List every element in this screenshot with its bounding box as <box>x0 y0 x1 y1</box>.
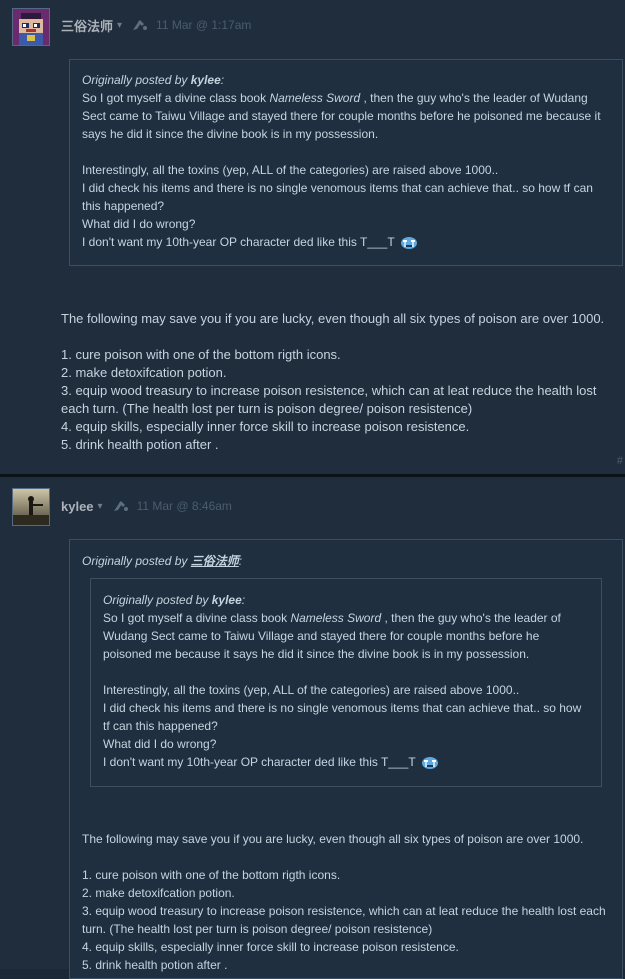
post-header: 三俗法师 ▾ 11 Mar @ 1:17am <box>61 16 251 35</box>
body-line: 3. equip wood treasury to increase poiso… <box>82 904 606 936</box>
quoted-author[interactable]: kylee <box>191 73 221 87</box>
quote-line: I did check his items and there is no si… <box>82 181 593 213</box>
quoted-body: The following may save you if you are lu… <box>82 830 610 974</box>
post-body: The following may save you if you are lu… <box>61 310 625 454</box>
post-header: kylee ▾ 11 Mar @ 8:46am <box>61 498 232 514</box>
quote-line: I don't want my 10th-year OP character d… <box>103 753 589 771</box>
pixel-avatar-icon <box>13 9 49 45</box>
chevron-down-icon[interactable]: ▾ <box>117 20 122 31</box>
crying-emoticon-icon <box>400 237 417 249</box>
post-permalink[interactable]: # <box>617 455 623 467</box>
chevron-down-icon[interactable]: ▾ <box>98 501 103 512</box>
forum-post: 三俗法师 ▾ 11 Mar @ 1:17am Originally posted… <box>0 0 625 474</box>
quote-line: What did I do wrong? <box>103 737 217 751</box>
award-icon[interactable] <box>111 499 129 513</box>
book-title: Nameless Sword <box>269 91 361 105</box>
body-line: 5. drink health potion after . <box>61 437 219 452</box>
quote-line: Interestingly, all the toxins (yep, ALL … <box>103 683 520 697</box>
quote-line: I did check his items and there is no si… <box>103 701 582 733</box>
photo-avatar-icon <box>13 489 49 525</box>
award-icon[interactable] <box>130 18 148 32</box>
body-line: The following may save you if you are lu… <box>82 832 584 846</box>
post-timestamp[interactable]: 11 Mar @ 1:17am <box>156 18 251 32</box>
quote-line: Interestingly, all the toxins (yep, ALL … <box>82 163 499 177</box>
avatar[interactable] <box>12 8 50 46</box>
quoted-author[interactable]: kylee <box>212 593 242 607</box>
author-name[interactable]: kylee <box>61 499 94 514</box>
crying-emoticon-icon <box>421 757 438 769</box>
quote-header: Originally posted by kylee: <box>82 73 225 87</box>
body-line: 4. equip skills, especially inner force … <box>82 940 459 954</box>
quote-block: Originally posted by kylee: So I got mys… <box>69 59 623 266</box>
quote-line: I don't want my 10th-year OP character d… <box>82 233 610 251</box>
body-line: 5. drink health potion after . <box>82 958 228 972</box>
body-line: 2. make detoxifcation potion. <box>61 365 227 380</box>
quoted-author[interactable]: 三俗法师 <box>191 554 239 568</box>
book-title: Nameless Sword <box>290 611 382 625</box>
quote-block: Originally posted by 三俗法师: Originally po… <box>69 539 623 979</box>
body-line: 4. equip skills, especially inner force … <box>61 419 470 434</box>
avatar[interactable] <box>12 488 50 526</box>
body-line: 3. equip wood treasury to increase poiso… <box>61 383 597 416</box>
quote-header: Originally posted by 三俗法师: <box>82 554 243 568</box>
quote-paragraph: So I got myself a divine class book Name… <box>82 91 601 141</box>
post-timestamp[interactable]: 11 Mar @ 8:46am <box>137 499 232 513</box>
quote-paragraph: So I got myself a divine class book Name… <box>103 611 561 661</box>
quote-line: What did I do wrong? <box>82 217 196 231</box>
author-name[interactable]: 三俗法师 <box>61 16 113 35</box>
body-line: 2. make detoxifcation potion. <box>82 886 235 900</box>
forum-post: kylee ▾ 11 Mar @ 8:46am Originally poste… <box>0 477 625 979</box>
body-line: 1. cure poison with one of the bottom ri… <box>61 347 341 362</box>
body-line: 1. cure poison with one of the bottom ri… <box>82 868 341 882</box>
nested-quote-block: Originally posted by kylee: So I got mys… <box>90 578 602 787</box>
body-line: The following may save you if you are lu… <box>61 311 605 326</box>
quote-header: Originally posted by kylee: <box>103 593 246 607</box>
